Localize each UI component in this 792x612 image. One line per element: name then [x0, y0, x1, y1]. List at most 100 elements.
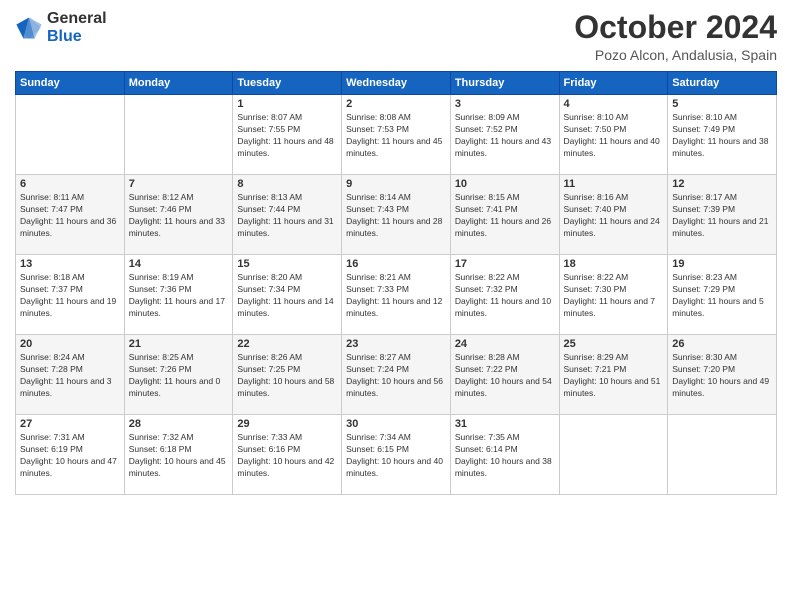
- day-number: 6: [20, 178, 120, 190]
- header-row: Sunday Monday Tuesday Wednesday Thursday…: [16, 72, 777, 95]
- day-number: 14: [129, 258, 229, 270]
- day-info: Sunrise: 8:22 AM Sunset: 7:32 PM Dayligh…: [455, 272, 555, 320]
- day-number: 28: [129, 418, 229, 430]
- day-info: Sunrise: 7:35 AM Sunset: 6:14 PM Dayligh…: [455, 432, 555, 480]
- cell-week2-day0: 6 Sunrise: 8:11 AM Sunset: 7:47 PM Daylig…: [16, 175, 125, 255]
- day-number: 12: [672, 178, 772, 190]
- cell-week3-day6: 19Sunrise: 8:23 AM Sunset: 7:29 PM Dayli…: [668, 255, 777, 335]
- day-number: 23: [346, 338, 446, 350]
- location-title: Pozo Alcon, Andalusia, Spain: [574, 47, 777, 63]
- cell-week2-day2: 8Sunrise: 8:13 AM Sunset: 7:44 PM Daylig…: [233, 175, 342, 255]
- day-number: 26: [672, 338, 772, 350]
- day-info: Sunrise: 8:27 AM Sunset: 7:24 PM Dayligh…: [346, 352, 446, 400]
- cell-week1-day0: [16, 95, 125, 175]
- day-info: Sunrise: 8:30 AM Sunset: 7:20 PM Dayligh…: [672, 352, 772, 400]
- day-number: 25: [564, 338, 664, 350]
- week-row-5: 27Sunrise: 7:31 AM Sunset: 6:19 PM Dayli…: [16, 415, 777, 495]
- calendar-header: Sunday Monday Tuesday Wednesday Thursday…: [16, 72, 777, 95]
- col-thursday: Thursday: [450, 72, 559, 95]
- col-monday: Monday: [124, 72, 233, 95]
- day-number: 17: [455, 258, 555, 270]
- day-info: Sunrise: 8:18 AM Sunset: 7:37 PM Dayligh…: [20, 272, 120, 320]
- day-info: Sunrise: 8:24 AM Sunset: 7:28 PM Dayligh…: [20, 352, 120, 400]
- cell-week1-day3: 2 Sunrise: 8:08 AM Sunset: 7:53 PM Daylig…: [342, 95, 451, 175]
- day-info: Sunrise: 8:14 AM Sunset: 7:43 PM Dayligh…: [346, 192, 446, 240]
- day-number: 31: [455, 418, 555, 430]
- day-info: Sunrise: 8:16 AM Sunset: 7:40 PM Dayligh…: [564, 192, 664, 240]
- logo-general-text: General: [47, 10, 107, 27]
- day-info: Sunrise: 8:08 AM Sunset: 7:53 PM Dayligh…: [346, 112, 446, 160]
- day-info: Sunrise: 8:25 AM Sunset: 7:26 PM Dayligh…: [129, 352, 229, 400]
- day-info: Sunrise: 8:10 AM Sunset: 7:50 PM Dayligh…: [564, 112, 664, 160]
- day-number: 11: [564, 178, 664, 190]
- logo: General Blue: [15, 10, 107, 46]
- cell-week1-day4: 3Sunrise: 8:09 AM Sunset: 7:52 PM Daylig…: [450, 95, 559, 175]
- day-info: Sunrise: 8:19 AM Sunset: 7:36 PM Dayligh…: [129, 272, 229, 320]
- cell-week1-day6: 5 Sunrise: 8:10 AM Sunset: 7:49 PM Daylig…: [668, 95, 777, 175]
- cell-week2-day4: 10Sunrise: 8:15 AM Sunset: 7:41 PM Dayli…: [450, 175, 559, 255]
- cell-week3-day0: 13 Sunrise: 8:18 AM Sunset: 7:37 PM Dayli…: [16, 255, 125, 335]
- cell-week2-day6: 12 Sunrise: 8:17 AM Sunset: 7:39 PM Dayli…: [668, 175, 777, 255]
- col-saturday: Saturday: [668, 72, 777, 95]
- page: General Blue October 2024 Pozo Alcon, An…: [0, 0, 792, 612]
- cell-week3-day5: 18Sunrise: 8:22 AM Sunset: 7:30 PM Dayli…: [559, 255, 668, 335]
- cell-week2-day3: 9 Sunrise: 8:14 AM Sunset: 7:43 PM Daylig…: [342, 175, 451, 255]
- cell-week4-day1: 21 Sunrise: 8:25 AM Sunset: 7:26 PM Dayli…: [124, 335, 233, 415]
- day-info: Sunrise: 8:17 AM Sunset: 7:39 PM Dayligh…: [672, 192, 772, 240]
- day-number: 30: [346, 418, 446, 430]
- day-number: 22: [237, 338, 337, 350]
- logo-icon: [15, 14, 43, 42]
- cell-week5-day1: 28 Sunrise: 7:32 AM Sunset: 6:18 PM Dayli…: [124, 415, 233, 495]
- day-number: 5: [672, 98, 772, 110]
- cell-week1-day1: [124, 95, 233, 175]
- cell-week3-day3: 16 Sunrise: 8:21 AM Sunset: 7:33 PM Dayli…: [342, 255, 451, 335]
- cell-week3-day1: 14 Sunrise: 8:19 AM Sunset: 7:36 PM Dayli…: [124, 255, 233, 335]
- day-info: Sunrise: 7:32 AM Sunset: 6:18 PM Dayligh…: [129, 432, 229, 480]
- cell-week5-day4: 31 Sunrise: 7:35 AM Sunset: 6:14 PM Dayli…: [450, 415, 559, 495]
- day-info: Sunrise: 8:22 AM Sunset: 7:30 PM Dayligh…: [564, 272, 664, 320]
- day-number: 19: [672, 258, 772, 270]
- logo-text-block: General Blue: [47, 10, 107, 46]
- cell-week4-day3: 23 Sunrise: 8:27 AM Sunset: 7:24 PM Dayli…: [342, 335, 451, 415]
- day-number: 1: [237, 98, 337, 110]
- col-tuesday: Tuesday: [233, 72, 342, 95]
- cell-week1-day5: 4Sunrise: 8:10 AM Sunset: 7:50 PM Daylig…: [559, 95, 668, 175]
- cell-week4-day2: 22 Sunrise: 8:26 AM Sunset: 7:25 PM Dayli…: [233, 335, 342, 415]
- cell-week2-day5: 11 Sunrise: 8:16 AM Sunset: 7:40 PM Dayli…: [559, 175, 668, 255]
- day-info: Sunrise: 8:11 AM Sunset: 7:47 PM Dayligh…: [20, 192, 120, 240]
- day-info: Sunrise: 8:29 AM Sunset: 7:21 PM Dayligh…: [564, 352, 664, 400]
- day-number: 3: [455, 98, 555, 110]
- day-number: 24: [455, 338, 555, 350]
- col-sunday: Sunday: [16, 72, 125, 95]
- day-number: 16: [346, 258, 446, 270]
- day-info: Sunrise: 8:21 AM Sunset: 7:33 PM Dayligh…: [346, 272, 446, 320]
- day-info: Sunrise: 8:26 AM Sunset: 7:25 PM Dayligh…: [237, 352, 337, 400]
- day-info: Sunrise: 8:13 AM Sunset: 7:44 PM Dayligh…: [237, 192, 337, 240]
- day-number: 13: [20, 258, 120, 270]
- week-row-1: 1 Sunrise: 8:07 AM Sunset: 7:55 PM Daylig…: [16, 95, 777, 175]
- day-info: Sunrise: 8:10 AM Sunset: 7:49 PM Dayligh…: [672, 112, 772, 160]
- day-info: Sunrise: 8:07 AM Sunset: 7:55 PM Dayligh…: [237, 112, 337, 160]
- day-number: 29: [237, 418, 337, 430]
- week-row-3: 13 Sunrise: 8:18 AM Sunset: 7:37 PM Dayli…: [16, 255, 777, 335]
- cell-week5-day2: 29Sunrise: 7:33 AM Sunset: 6:16 PM Dayli…: [233, 415, 342, 495]
- day-number: 2: [346, 98, 446, 110]
- cell-week4-day4: 24Sunrise: 8:28 AM Sunset: 7:22 PM Dayli…: [450, 335, 559, 415]
- day-info: Sunrise: 7:34 AM Sunset: 6:15 PM Dayligh…: [346, 432, 446, 480]
- month-title: October 2024: [574, 10, 777, 45]
- cell-week3-day4: 17 Sunrise: 8:22 AM Sunset: 7:32 PM Dayli…: [450, 255, 559, 335]
- cell-week5-day6: [668, 415, 777, 495]
- title-block: October 2024 Pozo Alcon, Andalusia, Spai…: [574, 10, 777, 63]
- day-number: 27: [20, 418, 120, 430]
- logo-blue-text: Blue: [47, 28, 82, 45]
- week-row-2: 6 Sunrise: 8:11 AM Sunset: 7:47 PM Daylig…: [16, 175, 777, 255]
- day-number: 21: [129, 338, 229, 350]
- day-info: Sunrise: 8:12 AM Sunset: 7:46 PM Dayligh…: [129, 192, 229, 240]
- cell-week3-day2: 15 Sunrise: 8:20 AM Sunset: 7:34 PM Dayli…: [233, 255, 342, 335]
- day-info: Sunrise: 8:15 AM Sunset: 7:41 PM Dayligh…: [455, 192, 555, 240]
- day-number: 9: [346, 178, 446, 190]
- day-number: 7: [129, 178, 229, 190]
- cell-week5-day3: 30 Sunrise: 7:34 AM Sunset: 6:15 PM Dayli…: [342, 415, 451, 495]
- day-number: 15: [237, 258, 337, 270]
- day-info: Sunrise: 8:20 AM Sunset: 7:34 PM Dayligh…: [237, 272, 337, 320]
